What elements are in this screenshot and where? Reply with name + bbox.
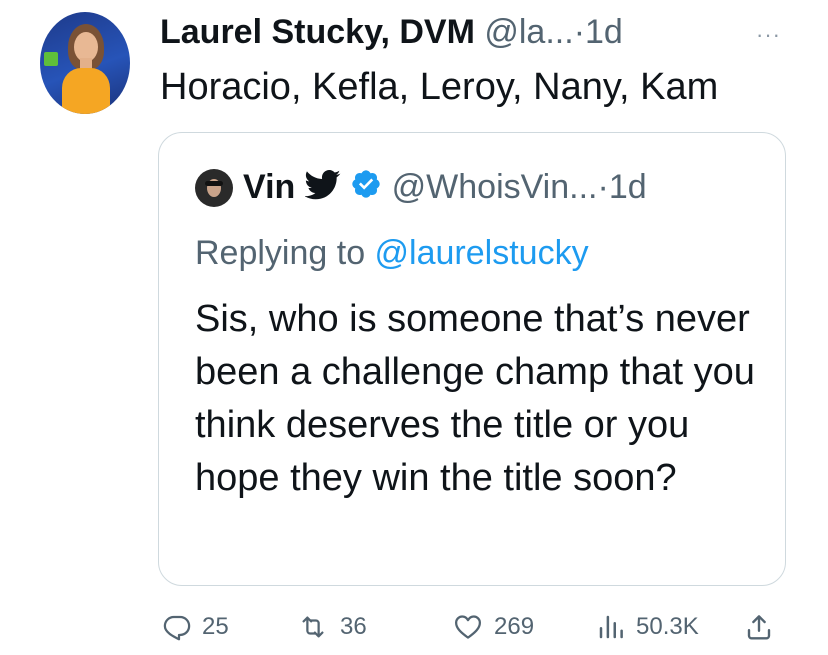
event-logo [44, 52, 58, 66]
like-count: 269 [494, 613, 535, 640]
like-button[interactable]: 269 [452, 612, 534, 642]
quote-author-name[interactable]: Vin [243, 168, 295, 206]
tweet-time[interactable]: 1d [585, 13, 623, 51]
verified-badge-icon [350, 167, 382, 211]
reply-button[interactable]: 25 [162, 612, 229, 642]
replying-to-line: Replying to @laurelstucky [195, 231, 589, 275]
quoted-tweet[interactable]: Vin @WhoisVin...·1d Replying to @laurels… [158, 132, 786, 586]
reply-icon [162, 612, 192, 642]
tweet-header: Laurel Stucky, DVM @la...·1d [160, 10, 623, 54]
views-count: 50.3K [636, 613, 699, 640]
share-icon [744, 612, 774, 642]
retweet-button[interactable]: 36 [296, 612, 367, 642]
author-avatar[interactable] [40, 12, 130, 114]
separator-dot: · [597, 168, 609, 206]
replying-to-mention[interactable]: @laurelstucky [375, 234, 589, 272]
views-button[interactable]: 50.3K [596, 612, 699, 642]
quote-time[interactable]: 1d [609, 168, 647, 206]
retweet-count: 36 [340, 613, 367, 640]
tweet-text: Horacio, Kefla, Leroy, Nany, Kam [160, 66, 719, 108]
author-handle[interactable]: @la... [484, 13, 573, 51]
more-options-icon[interactable]: ··· [756, 22, 781, 48]
separator-dot: · [573, 13, 586, 51]
author-name[interactable]: Laurel Stucky, DVM [160, 13, 475, 51]
tweet-actions-bar: 25 36 269 50.3K [0, 606, 828, 650]
reply-count: 25 [202, 613, 229, 640]
replying-to-label: Replying to [195, 234, 375, 272]
quote-header: Vin @WhoisVin...·1d [243, 165, 647, 211]
bird-icon [304, 167, 341, 211]
retweet-icon [296, 612, 330, 642]
share-button[interactable] [744, 612, 774, 642]
quote-author-avatar[interactable] [195, 169, 233, 207]
like-icon [452, 612, 484, 642]
views-icon [596, 612, 626, 642]
quote-text: Sis, who is someone that’s never been a … [195, 298, 755, 499]
quote-author-handle[interactable]: @WhoisVin... [392, 168, 598, 206]
